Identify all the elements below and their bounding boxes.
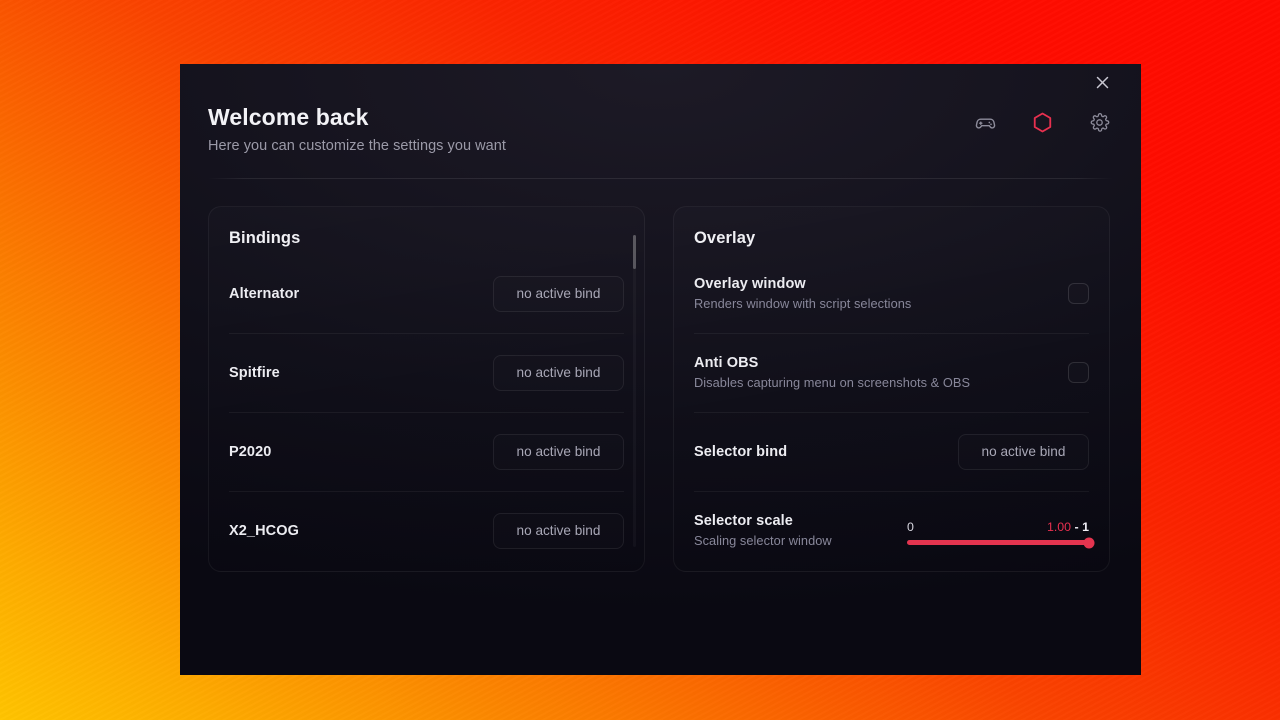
- page-subtitle: Here you can customize the settings you …: [208, 138, 506, 154]
- bindings-card-title: Bindings: [229, 229, 624, 248]
- selector-scale-label: Selector scale: [694, 513, 832, 529]
- binding-name: Spitfire: [229, 365, 280, 381]
- slider-min-label: 0: [907, 520, 914, 534]
- overlay-card: Overlay Overlay window Renders window wi…: [673, 206, 1110, 572]
- selector-scale-desc: Scaling selector window: [694, 533, 832, 548]
- overlay-window-checkbox[interactable]: [1068, 283, 1089, 304]
- table-row: Selector bind no active bind: [694, 412, 1089, 491]
- scrollbar-track[interactable]: [633, 235, 636, 547]
- table-row: Spitfire no active bind: [229, 333, 624, 412]
- bind-button[interactable]: no active bind: [493, 355, 624, 391]
- scrollbar-thumb[interactable]: [633, 235, 636, 269]
- binding-name: P2020: [229, 444, 271, 460]
- header-divider: [208, 178, 1113, 179]
- overlay-list: Overlay window Renders window with scrip…: [694, 254, 1089, 570]
- slider-thumb[interactable]: [1084, 537, 1095, 548]
- table-row: Anti OBS Disables capturing menu on scre…: [694, 333, 1089, 412]
- bindings-card: Bindings Alternator no active bind Spitf…: [208, 206, 645, 572]
- overlay-window-label: Overlay window: [694, 276, 911, 292]
- overlay-window-desc: Renders window with script selections: [694, 296, 911, 311]
- selector-scale-slider[interactable]: 0 1.00 - 1: [907, 516, 1089, 545]
- slider-separator: -: [1071, 520, 1082, 534]
- selector-bind-label: Selector bind: [694, 444, 787, 460]
- page-title: Welcome back: [208, 104, 506, 130]
- anti-obs-desc: Disables capturing menu on screenshots &…: [694, 375, 970, 390]
- slider-max-label: 1: [1082, 520, 1089, 534]
- table-row: P2020 no active bind: [229, 412, 624, 491]
- header-nav-icons: [973, 110, 1111, 134]
- header-right-block: [973, 64, 1113, 134]
- header-text-block: Welcome back Here you can customize the …: [208, 64, 506, 154]
- binding-name: Alternator: [229, 286, 299, 302]
- close-icon[interactable]: [1091, 71, 1113, 93]
- gamepad-icon[interactable]: [973, 110, 997, 134]
- gear-icon[interactable]: [1087, 110, 1111, 134]
- overlay-card-title: Overlay: [694, 229, 1089, 248]
- slider-current-value: 1.00: [1047, 520, 1071, 534]
- table-row: X2_HCOG no active bind: [229, 491, 624, 570]
- table-row: Overlay window Renders window with scrip…: [694, 254, 1089, 333]
- slider-fill: [907, 540, 1089, 545]
- hexagon-icon[interactable]: [1030, 110, 1054, 134]
- bind-button[interactable]: no active bind: [493, 276, 624, 312]
- slider-track[interactable]: [907, 540, 1089, 545]
- bindings-list: Alternator no active bind Spitfire no ac…: [229, 254, 624, 570]
- bind-button[interactable]: no active bind: [493, 434, 624, 470]
- table-row: Selector scale Scaling selector window 0…: [694, 491, 1089, 570]
- window-header: Welcome back Here you can customize the …: [208, 64, 1113, 178]
- anti-obs-checkbox[interactable]: [1068, 362, 1089, 383]
- table-row: Alternator no active bind: [229, 254, 624, 333]
- settings-panels: Bindings Alternator no active bind Spitf…: [208, 206, 1113, 572]
- slider-value-group: 1.00 - 1: [1047, 520, 1089, 534]
- settings-window: Welcome back Here you can customize the …: [180, 64, 1141, 675]
- bind-button[interactable]: no active bind: [493, 513, 624, 549]
- selector-bind-button[interactable]: no active bind: [958, 434, 1089, 470]
- binding-name: X2_HCOG: [229, 523, 299, 539]
- slider-labels: 0 1.00 - 1: [907, 520, 1089, 534]
- anti-obs-label: Anti OBS: [694, 355, 970, 371]
